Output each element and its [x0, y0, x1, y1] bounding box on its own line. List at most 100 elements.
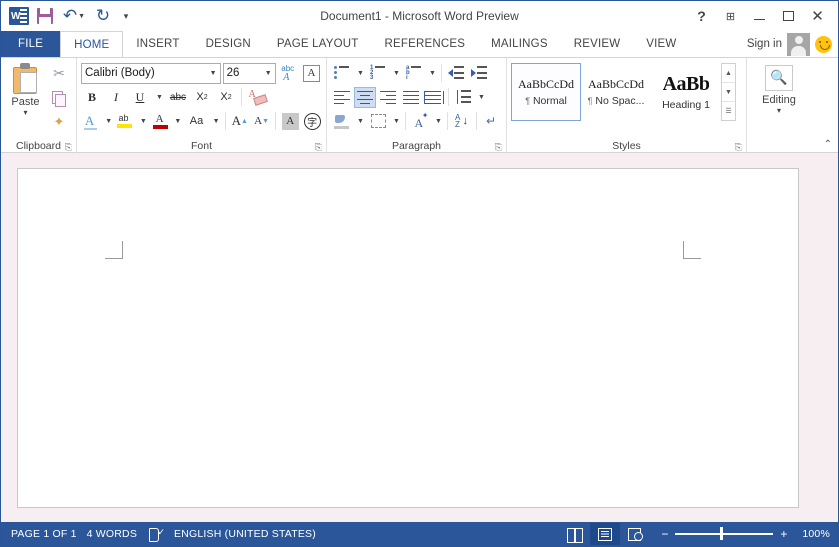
avatar[interactable] [787, 32, 810, 56]
borders-dropdown[interactable]: ▼ [390, 111, 402, 132]
distributed-button[interactable] [423, 87, 445, 108]
character-shading-button[interactable]: A [280, 111, 300, 132]
chevron-down-icon[interactable]: ▼ [207, 70, 220, 77]
format-painter-button[interactable]: ✦ [48, 112, 70, 132]
proofing-errors-icon[interactable] [149, 527, 165, 542]
styles-dialog-launcher[interactable]: ⎘ [735, 143, 742, 152]
font-size-combo[interactable]: 26 ▼ [222, 62, 276, 84]
justify-button[interactable] [400, 87, 422, 108]
copy-button[interactable] [48, 88, 70, 108]
font-color-dropdown[interactable]: ▼ [172, 111, 183, 132]
subscript-button[interactable]: X2 [191, 87, 213, 108]
decrease-indent-button[interactable] [445, 63, 467, 84]
underline-button[interactable]: U [129, 87, 151, 108]
bullets-button[interactable] [331, 63, 353, 84]
close-icon[interactable]: ✕ [803, 3, 832, 29]
font-color-button[interactable] [150, 111, 170, 132]
paragraph-dialog-launcher[interactable]: ⎘ [495, 143, 502, 152]
grow-font-button[interactable]: A ▲ [230, 111, 250, 132]
shrink-font-button[interactable]: A ▼ [252, 111, 272, 132]
customize-qat-icon[interactable]: ▾ [117, 4, 135, 28]
chevron-down-icon[interactable]: ▾ [23, 109, 27, 117]
cut-button[interactable]: ✂ [48, 64, 70, 84]
zoom-percentage[interactable]: 100% [794, 528, 830, 540]
zoom-slider[interactable] [675, 527, 774, 541]
font-name-combo[interactable]: Calibri (Body) ▼ [81, 62, 221, 84]
sort-button[interactable]: ↓ [451, 111, 473, 132]
zoom-out-button[interactable]: − [660, 528, 669, 540]
superscript-button[interactable]: X2 [215, 87, 237, 108]
align-right-button[interactable] [377, 87, 399, 108]
bold-button[interactable]: B [81, 87, 103, 108]
chevron-up-icon[interactable]: ▲ [722, 64, 735, 83]
sign-in-link[interactable]: Sign in [747, 38, 782, 50]
tab-insert[interactable]: INSERT [123, 31, 192, 57]
document-page[interactable] [17, 168, 799, 508]
text-effects-dropdown[interactable]: ▼ [103, 111, 114, 132]
clipboard-dialog-launcher[interactable]: ⎘ [65, 143, 72, 152]
feedback-smiley-icon[interactable] [815, 35, 832, 53]
asian-layout-dropdown[interactable]: ▼ [432, 111, 444, 132]
phonetic-guide-button[interactable]: 字 [302, 111, 322, 132]
undo-icon[interactable]: ↶ ▼ [59, 4, 89, 28]
styles-more-icon[interactable]: ☰ [722, 102, 735, 120]
tab-design[interactable]: DESIGN [193, 31, 264, 57]
redo-icon[interactable]: ↻ [91, 4, 115, 28]
multilevel-list-dropdown[interactable]: ▼ [426, 63, 438, 84]
help-icon[interactable]: ? [687, 3, 716, 29]
document-canvas[interactable] [1, 153, 838, 522]
tab-home[interactable]: HOME [60, 31, 124, 57]
align-left-button[interactable] [331, 87, 353, 108]
save-icon[interactable] [33, 4, 57, 28]
word-count[interactable]: 4 WORDS [87, 522, 147, 546]
tab-review[interactable]: REVIEW [561, 31, 634, 57]
clear-all-formatting-button[interactable] [246, 87, 268, 108]
tab-mailings[interactable]: MAILINGS [478, 31, 561, 57]
multilevel-list-button[interactable]: abi [403, 63, 425, 84]
shading-button[interactable] [331, 111, 353, 132]
ribbon-display-options-icon[interactable]: ⊞ [716, 3, 745, 29]
maximize-icon[interactable] [774, 3, 803, 29]
read-mode-view-button[interactable] [560, 523, 590, 545]
clear-formatting-button[interactable]: A [301, 63, 322, 84]
increase-indent-button[interactable] [468, 63, 490, 84]
tab-references[interactable]: REFERENCES [372, 31, 479, 57]
underline-dropdown[interactable]: ▼ [153, 87, 165, 108]
borders-button[interactable] [367, 111, 389, 132]
styles-scrollbar[interactable]: ▲ ▼ ☰ [721, 63, 736, 121]
tab-view[interactable]: VIEW [633, 31, 689, 57]
italic-button[interactable]: I [105, 87, 127, 108]
collapse-ribbon-button[interactable]: ⌃ [824, 139, 832, 150]
editing-button[interactable]: 🔍 Editing ▾ [751, 61, 807, 115]
word-logo-icon[interactable] [7, 4, 31, 28]
change-case-button[interactable] [278, 63, 299, 84]
shading-dropdown[interactable]: ▼ [354, 111, 366, 132]
language-indicator[interactable]: ENGLISH (UNITED STATES) [174, 522, 326, 546]
strikethrough-button[interactable]: abc [167, 87, 189, 108]
chevron-down-icon[interactable]: ▾ [777, 107, 781, 115]
web-layout-view-button[interactable] [620, 523, 650, 545]
print-layout-view-button[interactable] [590, 523, 621, 545]
chevron-down-icon[interactable]: ▼ [722, 83, 735, 102]
font-dialog-launcher[interactable]: ⎘ [315, 143, 322, 152]
style-item-heading-1[interactable]: AaBb Heading 1 [651, 63, 721, 121]
style-item-normal[interactable]: AaBbCcDd ¶ Normal [511, 63, 581, 121]
chevron-down-icon[interactable]: ▼ [262, 70, 275, 77]
text-highlight-dropdown[interactable]: ▼ [137, 111, 148, 132]
paste-button[interactable]: Paste ▾ [5, 61, 46, 117]
bullets-dropdown[interactable]: ▼ [354, 63, 366, 84]
line-spacing-dropdown[interactable]: ▼ [475, 87, 487, 108]
text-effects-button[interactable] [81, 111, 101, 132]
asian-layout-button[interactable] [409, 111, 431, 132]
style-item-no-spacing[interactable]: AaBbCcDd ¶ No Spac... [581, 63, 651, 121]
numbering-button[interactable]: 123 [367, 63, 389, 84]
align-center-button[interactable] [354, 86, 376, 108]
tab-page-layout[interactable]: PAGE LAYOUT [264, 31, 372, 57]
zoom-in-button[interactable]: + [779, 528, 788, 540]
numbering-dropdown[interactable]: ▼ [390, 63, 402, 84]
zoom-slider-thumb[interactable] [720, 527, 723, 541]
change-case-dropdown[interactable]: ▼ [210, 111, 221, 132]
line-spacing-button[interactable] [452, 87, 474, 108]
minimize-icon[interactable] [745, 3, 774, 29]
tab-file[interactable]: FILE [1, 31, 61, 57]
